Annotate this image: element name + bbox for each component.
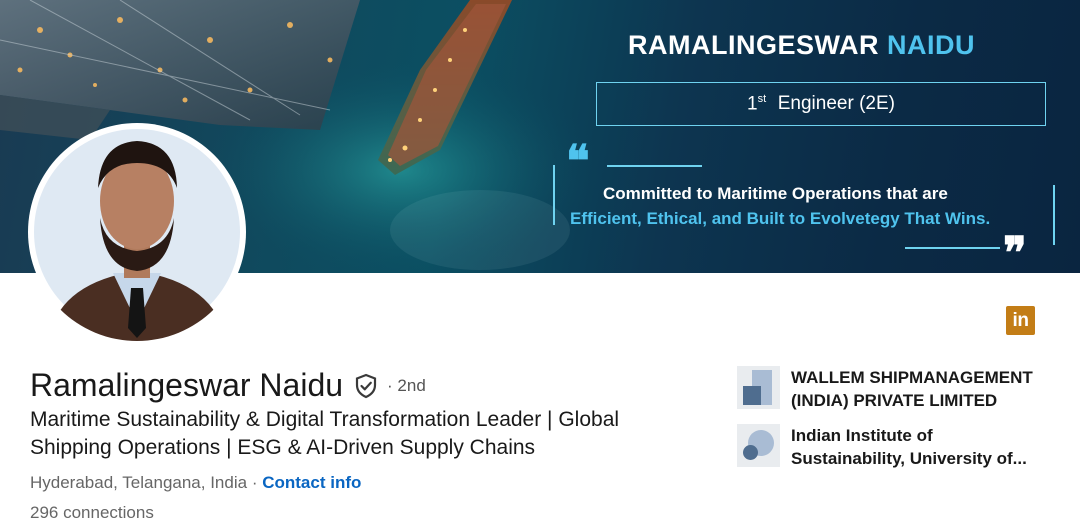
close-quote-icon: ❞ (1003, 228, 1027, 274)
role-text: Engineer (2E) (777, 93, 895, 114)
profile-photo[interactable] (28, 123, 246, 341)
profile-name: Ramalingeswar Naidu (30, 367, 344, 403)
connections-count[interactable]: 296 connections (30, 503, 154, 523)
profile-headline: Maritime Sustainability & Digital Transf… (30, 408, 620, 459)
quote-divider (607, 165, 702, 167)
company-logo-icon (737, 366, 780, 409)
school-logo-icon (737, 424, 780, 467)
separator: · (251, 473, 258, 492)
profile-location: Hyderabad, Telangana, India (30, 473, 248, 492)
verified-shield-icon[interactable] (353, 373, 379, 399)
profile-photo-image (34, 129, 240, 341)
quote-divider (1053, 185, 1055, 245)
education-school[interactable]: Indian Institute of Sustainability, Univ… (737, 424, 1051, 470)
linkedin-icon[interactable]: in (1006, 306, 1035, 335)
open-quote-icon: ❝ (566, 136, 590, 187)
banner-role: 1st Engineer (2E) (596, 82, 1046, 126)
name-row: Ramalingeswar Naidu · 2nd (30, 367, 426, 404)
quote-line-1: Committed to Maritime Operations that ar… (603, 184, 948, 203)
banner-first-name: RAMALINGESWAR (628, 30, 879, 60)
school-name: Indian Institute of Sustainability, Univ… (791, 426, 1027, 468)
connection-degree: · 2nd (387, 375, 426, 395)
quote-line-2: Efficient, Ethical, and Built to Evolvet… (570, 209, 991, 228)
quote-divider (905, 247, 1000, 249)
quote-divider (553, 165, 555, 225)
banner-name: RAMALINGESWAR NAIDU (628, 30, 975, 61)
current-company[interactable]: WALLEM SHIPMANAGEMENT (INDIA) PRIVATE LI… (737, 366, 1051, 412)
contact-info-link[interactable]: Contact info (262, 473, 361, 492)
company-name: WALLEM SHIPMANAGEMENT (INDIA) PRIVATE LI… (791, 368, 1033, 410)
role-rank: 1st (747, 92, 767, 115)
location-row: Hyderabad, Telangana, India · Contact in… (30, 473, 361, 493)
banner-last-name: NAIDU (887, 30, 976, 60)
